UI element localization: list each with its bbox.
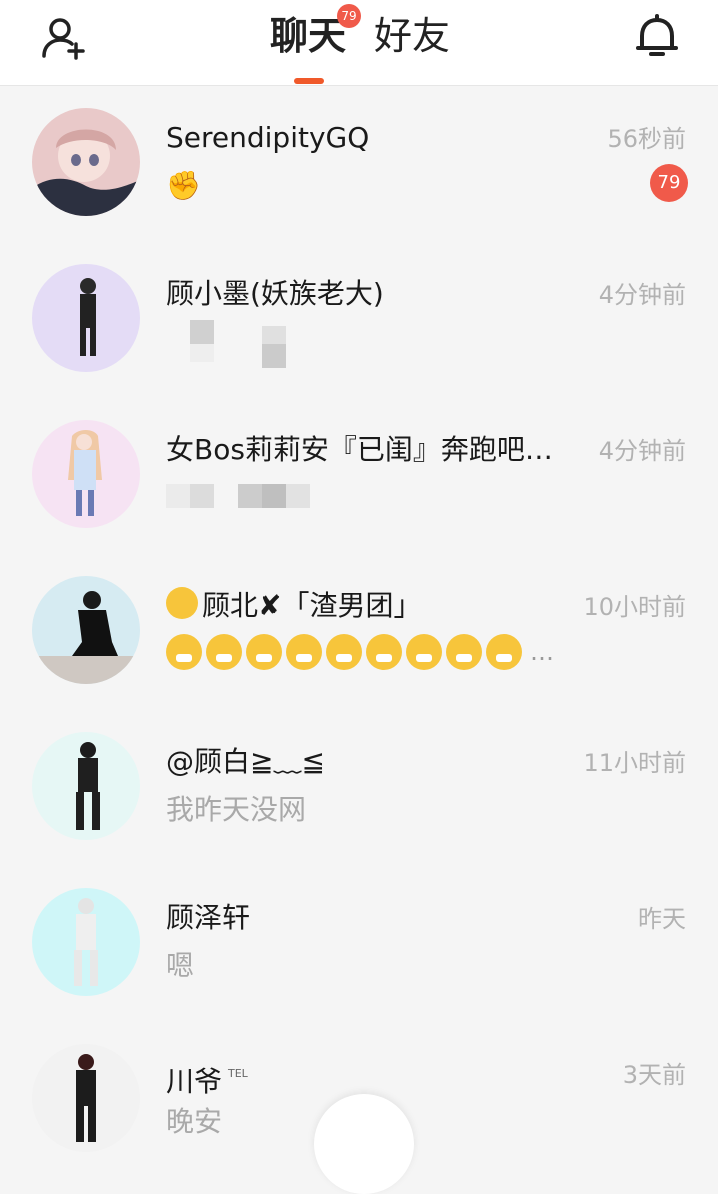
message-time: 4分钟前 <box>598 437 686 465</box>
floating-action-button[interactable] <box>314 1094 414 1194</box>
pixelated-content <box>166 484 190 508</box>
pixelated-content <box>262 344 286 368</box>
chat-row[interactable]: 顾北✘「渣男团」 … 10小时前 <box>0 554 718 710</box>
message-preview: 我昨天没网 <box>166 793 307 826</box>
contact-name: 顾泽轩 <box>166 901 251 934</box>
message-time: 56秒前 <box>607 125 686 153</box>
grinning-sweat-emoji-icon <box>166 587 198 619</box>
steam-face-emoji-icon <box>166 634 202 670</box>
message-time: 3天前 <box>622 1061 686 1089</box>
tab-chat[interactable]: 聊天 <box>270 12 346 60</box>
steam-face-emoji-icon <box>446 634 482 670</box>
pixelated-content <box>238 484 262 508</box>
chat-row[interactable]: 顾小墨(妖族老大) 4分钟前 <box>0 242 718 398</box>
avatar <box>32 264 140 372</box>
emoji-preview: … <box>166 634 554 674</box>
steam-face-emoji-icon <box>486 634 522 670</box>
avatar <box>32 888 140 996</box>
message-preview: … <box>530 638 554 666</box>
contact-name-text: 顾北✘「渣男团」 <box>202 589 422 622</box>
avatar <box>32 732 140 840</box>
avatar <box>32 420 140 528</box>
message-preview: 嗯 <box>166 949 195 982</box>
contact-name: 顾北✘「渣男团」 <box>166 586 566 626</box>
message-preview: ✊ <box>166 169 201 202</box>
avatar <box>32 1044 140 1152</box>
pixelated-content <box>262 326 286 344</box>
avatar <box>32 108 140 216</box>
chat-row[interactable]: 顾泽轩 嗯 昨天 <box>0 866 718 1022</box>
message-time: 11小时前 <box>583 749 686 777</box>
steam-face-emoji-icon <box>246 634 282 670</box>
pixelated-content <box>262 484 286 508</box>
add-friend-icon[interactable] <box>40 16 88 60</box>
steam-face-emoji-icon <box>406 634 442 670</box>
bell-icon[interactable] <box>634 12 680 60</box>
message-time: 昨天 <box>638 905 686 933</box>
active-tab-indicator <box>294 78 324 84</box>
contact-name: @顾白≧﹏≦ <box>166 745 325 778</box>
contact-name-text: 川爷 <box>166 1065 223 1098</box>
message-time: 10小时前 <box>583 593 686 621</box>
steam-face-emoji-icon <box>366 634 402 670</box>
tab-friends[interactable]: 好友 <box>374 12 450 60</box>
unread-badge: 79 <box>650 164 688 202</box>
steam-face-emoji-icon <box>286 634 322 670</box>
steam-face-emoji-icon <box>326 634 362 670</box>
message-time: 4分钟前 <box>598 281 686 309</box>
chat-row[interactable]: SerendipityGQ ✊ 56秒前 79 <box>0 86 718 242</box>
avatar <box>32 576 140 684</box>
steam-face-emoji-icon <box>206 634 242 670</box>
contact-name: 女Bos莉莉安『已闺』奔跑吧… <box>166 433 553 466</box>
pixelated-content <box>190 344 214 362</box>
pixelated-content <box>286 484 310 508</box>
top-bar: 聊天 79 好友 <box>0 0 718 86</box>
contact-name: 顾小墨(妖族老大) <box>166 277 384 310</box>
tab-chat-badge: 79 <box>337 4 361 28</box>
pixelated-content <box>190 320 214 344</box>
tel-tag: TEL <box>228 1067 248 1080</box>
chat-row[interactable]: @顾白≧﹏≦ 我昨天没网 11小时前 <box>0 710 718 866</box>
contact-name: SerendipityGQ <box>166 121 370 154</box>
chat-row[interactable]: 女Bos莉莉安『已闺』奔跑吧… 4分钟前 <box>0 398 718 554</box>
pixelated-content <box>190 484 214 508</box>
